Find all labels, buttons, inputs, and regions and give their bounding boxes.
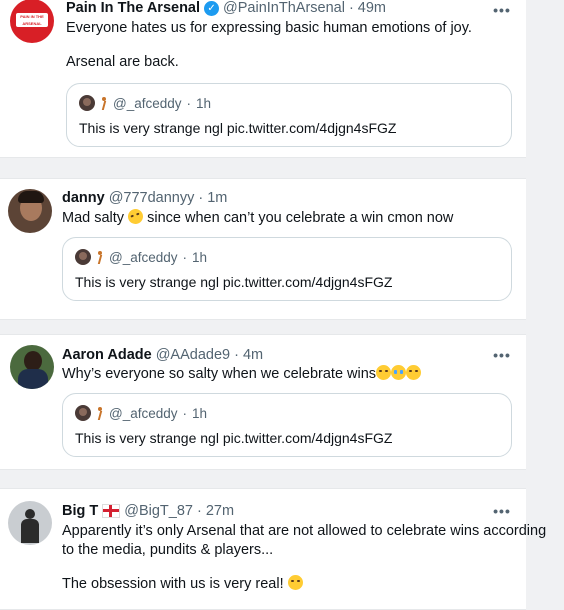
person-body [18, 369, 48, 389]
display-name[interactable]: Aaron Adade [62, 347, 152, 363]
avatar[interactable]: PAIN IN THE ARSENAL [10, 0, 54, 43]
tweet-header: danny @777dannyy · 1m [62, 189, 227, 207]
timestamp[interactable]: 49m [358, 0, 386, 16]
tweet-card[interactable]: PAIN IN THE ARSENAL Pain In The Arsenal … [0, 0, 526, 158]
user-handle[interactable]: @777dannyy [109, 190, 195, 206]
timestamp[interactable]: 4m [243, 347, 263, 363]
quoted-text: This is very strange ngl pic.twitter.com… [75, 430, 393, 446]
tweet-text-line: Everyone hates us for expressing basic h… [66, 20, 472, 36]
runner-emoji-icon [96, 250, 104, 264]
display-name[interactable]: danny [62, 190, 105, 206]
kiss-emoji-icon [287, 575, 303, 590]
tweet-header: Big T @BigT_87 · 27m [62, 502, 234, 520]
tweet-text-line: Apparently it’s only Arsenal that are no… [62, 523, 547, 539]
tweet-header: Pain In The Arsenal ✓ @PainInThArsenal ·… [66, 0, 386, 17]
tweet-card[interactable]: Aaron Adade @AAdade9 · 4m ••• Why’s ever… [0, 334, 526, 470]
quoted-handle: @_afceddy [113, 95, 182, 111]
tweet-text-line: The obsession with us is very real! [62, 575, 303, 594]
quoted-text: This is very strange ngl pic.twitter.com… [75, 274, 393, 290]
user-handle[interactable]: @AAdade9 [156, 347, 230, 363]
quoted-tweet[interactable]: @_afceddy · 1h This is very strange ngl … [62, 237, 512, 301]
joy-emoji-icon [376, 365, 392, 380]
separator: · [182, 249, 188, 265]
user-handle[interactable]: @BigT_87 [124, 503, 193, 519]
quoted-avatar [75, 405, 91, 421]
tweet-card[interactable]: Big T @BigT_87 · 27m ••• Apparently it’s… [0, 488, 546, 610]
quoted-tweet-header: @_afceddy · 1h [75, 405, 207, 421]
separator: · [186, 95, 192, 111]
quoted-tweet[interactable]: @_afceddy · 1h This is very strange ngl … [66, 83, 512, 147]
quoted-tweet[interactable]: @_afceddy · 1h This is very strange ngl … [62, 393, 512, 457]
timestamp[interactable]: 1m [207, 190, 227, 206]
crying-emoji-icon [391, 365, 407, 380]
runner-emoji-icon [96, 406, 104, 420]
timestamp[interactable]: 27m [206, 503, 234, 519]
quoted-handle: @_afceddy [109, 249, 178, 265]
quoted-time: 1h [192, 249, 208, 265]
tweet-text-line: Arsenal are back. [66, 54, 179, 70]
avatar[interactable] [8, 189, 52, 233]
separator: · [234, 347, 239, 363]
tweet-text-line: to the media, pundits & players... [62, 542, 274, 558]
tweet-text-part: Why’s everyone so salty when we celebrat… [62, 366, 377, 382]
england-flag-icon [102, 504, 121, 518]
rofl-emoji-icon [125, 206, 146, 227]
joy-emoji-icon [406, 365, 422, 380]
person-head-icon [24, 351, 42, 371]
quoted-tweet-header: @_afceddy · 1h [79, 95, 211, 111]
separator: · [182, 405, 188, 421]
tweet-text: Why’s everyone so salty when we celebrat… [62, 365, 422, 384]
quoted-handle: @_afceddy [109, 405, 178, 421]
display-name[interactable]: Pain In The Arsenal [66, 0, 200, 16]
display-name[interactable]: Big T [62, 503, 98, 519]
tweet-text: Mad salty since when can’t you celebrate… [62, 206, 454, 228]
person-body [21, 519, 39, 543]
quoted-avatar [75, 249, 91, 265]
quoted-text: This is very strange ngl pic.twitter.com… [79, 120, 397, 136]
quoted-time: 1h [196, 95, 212, 111]
arsenal-logo-icon: PAIN IN THE ARSENAL [16, 13, 48, 27]
separator: · [196, 503, 202, 519]
tweet-header: Aaron Adade @AAdade9 · 4m [62, 346, 263, 364]
more-options-icon[interactable]: ••• [491, 503, 513, 519]
tweet-text-part: The obsession with us is very real! [62, 576, 284, 592]
tweet-card[interactable]: danny @777dannyy · 1m Mad salty since wh… [0, 178, 526, 320]
verified-badge-icon: ✓ [204, 0, 220, 16]
quoted-avatar [79, 95, 95, 111]
user-handle[interactable]: @PainInThArsenal [223, 0, 345, 16]
avatar[interactable] [10, 345, 54, 389]
tweet-text-part: since when can’t you celebrate a win cmo… [147, 210, 454, 226]
tweet-text-part: Mad salty [62, 210, 125, 226]
more-options-icon[interactable]: ••• [491, 2, 513, 18]
hair [18, 191, 44, 203]
avatar[interactable] [8, 501, 52, 545]
quoted-tweet-header: @_afceddy · 1h [75, 249, 207, 265]
quoted-time: 1h [192, 405, 208, 421]
person-head-icon [25, 509, 35, 519]
separator: · [198, 190, 204, 206]
more-options-icon[interactable]: ••• [491, 347, 513, 363]
separator: · [348, 0, 354, 16]
runner-emoji-icon [100, 96, 108, 110]
